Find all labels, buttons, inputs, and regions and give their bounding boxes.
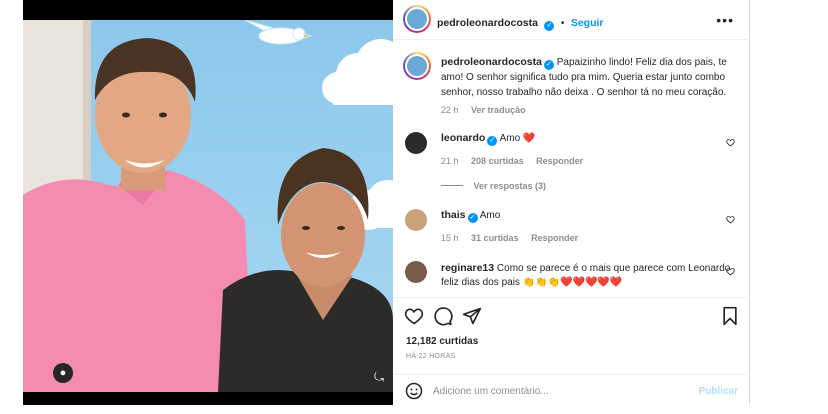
post-photo-pane: ● ⤿ [23, 0, 393, 405]
tagged-users-button[interactable]: ● [53, 363, 73, 383]
separator-dot: • [560, 18, 565, 29]
translate-link[interactable]: Ver tradução [471, 105, 526, 115]
emoji-icon[interactable] [405, 382, 423, 400]
comment-item: reginare13 Como se parece é o mais que p… [441, 261, 731, 290]
comment-time: 21 h [441, 156, 459, 166]
author-avatar[interactable] [403, 5, 431, 33]
post-likes-count[interactable]: 12,182 curtidas [406, 336, 478, 347]
like-comment-heart-icon[interactable] [726, 267, 735, 276]
comment-emoji: ❤️ [522, 133, 536, 144]
post-timestamp: HÁ 22 HORAS [406, 353, 456, 360]
author-username[interactable]: pedroleonardocosta [437, 17, 538, 29]
verified-badge-icon: ✓ [467, 213, 478, 223]
share-send-icon[interactable] [462, 306, 482, 326]
caption-author-avatar[interactable] [403, 52, 431, 80]
comment-likes-count[interactable]: 31 curtidas [471, 233, 519, 243]
comment-likes-count[interactable]: 208 curtidas [471, 156, 524, 166]
comment-username[interactable]: thais [441, 209, 466, 221]
comment-item: leonardo ✓ Amo ❤️ [441, 131, 731, 146]
add-comment-bar: Publicar [393, 374, 750, 405]
follow-button[interactable]: Seguir [571, 17, 604, 29]
post-header: pedroleonardocosta ✓ • Seguir ••• [393, 0, 750, 40]
comment-meta: 21 h 208 curtidas Responder [441, 156, 583, 166]
publish-button[interactable]: Publicar [699, 386, 738, 397]
comment-bubble-icon[interactable] [433, 306, 453, 326]
comment-username[interactable]: leonardo [441, 132, 485, 144]
comment-item: thais ✓ Amo [441, 208, 731, 223]
view-replies-row[interactable]: Ver respostas (3) [441, 181, 546, 191]
comment-username[interactable]: reginare13 [441, 262, 494, 274]
verified-badge-icon: ✓ [544, 21, 555, 31]
like-heart-icon[interactable] [404, 306, 424, 326]
post-photo[interactable] [23, 20, 393, 392]
comment-input[interactable] [433, 382, 683, 400]
photo-watermark-icon: ⤿ [374, 370, 384, 384]
like-comment-heart-icon[interactable] [726, 138, 735, 147]
like-comment-heart-icon[interactable] [726, 215, 735, 224]
photo-illustration [23, 20, 393, 392]
caption-meta: 22 h Ver tradução [441, 105, 526, 115]
replies-divider [441, 185, 463, 186]
reply-button[interactable]: Responder [536, 156, 583, 166]
caption-time: 22 h [441, 105, 459, 115]
reply-button[interactable]: Responder [531, 233, 578, 243]
verified-badge-icon: ✓ [487, 136, 498, 146]
comment-text: Amo [499, 133, 521, 144]
comment-avatar[interactable] [405, 261, 427, 283]
person-icon: ● [59, 366, 67, 379]
verified-badge-icon: ✓ [543, 60, 554, 70]
post-actions-bar [393, 297, 750, 337]
post-caption: pedroleonardocosta ✓ Papaizinho lindo! Fe… [441, 55, 731, 100]
post-details-panel: pedroleonardocosta ✓ • Seguir ••• pedrol… [393, 0, 750, 405]
caption-author-username[interactable]: pedroleonardocosta [441, 56, 542, 68]
view-replies-link[interactable]: Ver respostas (3) [474, 181, 547, 191]
save-bookmark-icon[interactable] [720, 306, 740, 326]
comment-time: 15 h [441, 233, 459, 243]
comment-avatar[interactable] [405, 209, 427, 231]
comment-meta: 15 h 31 curtidas Responder [441, 233, 578, 243]
comment-avatar[interactable] [405, 132, 427, 154]
comment-text: Amo [479, 210, 501, 221]
more-options-icon[interactable]: ••• [716, 12, 734, 28]
